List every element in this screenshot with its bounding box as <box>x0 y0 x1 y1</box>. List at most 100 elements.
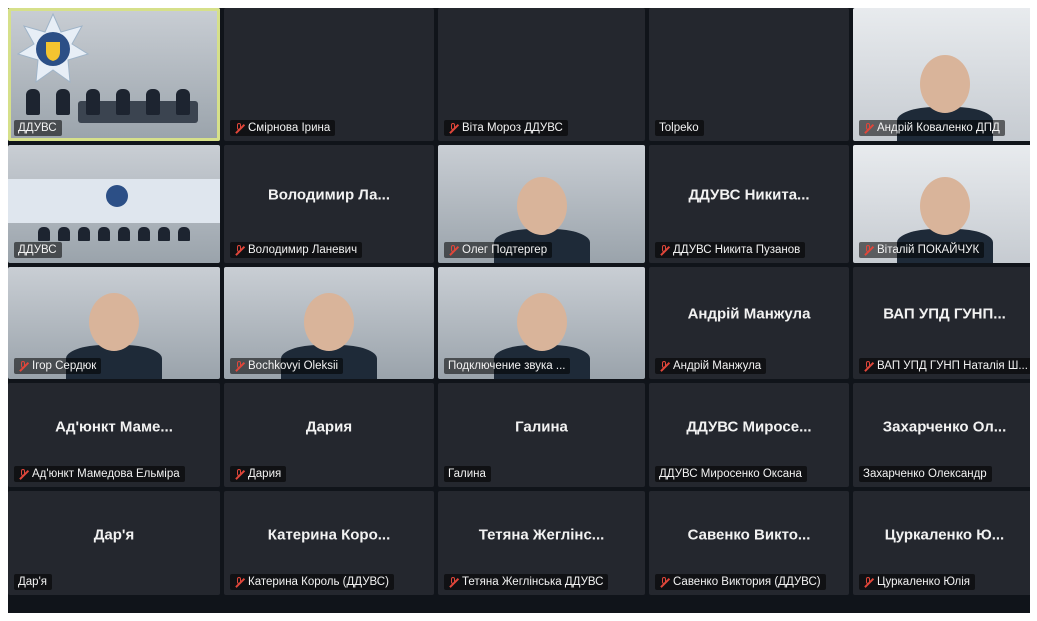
university-logo-icon <box>16 12 90 86</box>
participant-name-label: ДДУВС Миросенко Оксана <box>659 468 802 480</box>
participant-name-label: Віта Мороз ДДУВС <box>462 122 563 134</box>
participant-display-name: Андрій Манжула <box>687 305 811 323</box>
participant-name-tag: Тетяна Жеглінська ДДУВС <box>444 574 609 590</box>
participant-name-label: Андрій Манжула <box>673 360 762 372</box>
participant-display-name: Володимир Ла... <box>267 186 391 204</box>
video-conference-screen: ДДУВС Смірнова Ірина Віта Мороз ДДУВС Tolpe… <box>8 8 1030 613</box>
person-figure <box>176 89 190 115</box>
participant-name-tag: Дар'я <box>14 574 53 590</box>
participant-name-tag: ДДУВС Никита Пузанов <box>655 242 806 258</box>
participant-display-name: ДДУВС Никита... <box>688 186 810 204</box>
participant-tile[interactable]: Віта Мороз ДДУВС <box>438 8 645 141</box>
participant-tile[interactable]: ДДУВС <box>8 145 220 263</box>
participant-tile[interactable]: ВАП УПД ГУНП... ВАП УПД ГУНП Наталія Ш... <box>853 267 1030 379</box>
participant-display-name: Захарченко Ол... <box>882 418 1007 436</box>
participant-display-name: Галина <box>515 418 568 436</box>
emblem-icon <box>106 185 128 207</box>
participant-name-label: Ігор Сердюк <box>32 360 97 372</box>
participant-name-tag: Tolpeko <box>655 120 704 136</box>
muted-mic-icon <box>448 244 458 256</box>
muted-mic-icon <box>659 360 669 372</box>
participant-name-tag: ДДУВС <box>14 120 62 136</box>
muted-mic-icon <box>234 360 244 372</box>
muted-mic-icon <box>234 244 244 256</box>
participant-tile[interactable]: Віталій ПОКАЙЧУК <box>853 145 1030 263</box>
participant-name-label: ДДУВС <box>18 122 57 134</box>
person-head <box>919 177 970 235</box>
participant-name-label: ДДУВС <box>18 244 57 256</box>
participant-name-tag: Дария <box>230 466 287 482</box>
person-head <box>304 293 354 351</box>
participant-name-tag: Ад'юнкт Мамедова Ельміра <box>14 466 185 482</box>
participant-name-label: ДДУВС Никита Пузанов <box>673 244 801 256</box>
person-figure <box>158 227 170 241</box>
participant-display-name: ВАП УПД ГУНП... <box>883 305 1006 323</box>
participant-tile[interactable]: Bochkovyi Oleksii <box>224 267 434 379</box>
participant-tile[interactable]: Дар'я Дар'я <box>8 491 220 595</box>
participant-display-name: Дар'я <box>93 526 135 544</box>
participant-name-label: Захарченко Олександр <box>863 468 987 480</box>
participant-name-label: Андрій Коваленко ДПД <box>877 122 1000 134</box>
person-figure <box>86 89 100 115</box>
participant-name-label: Цуркаленко Юлія <box>877 576 971 588</box>
participant-tile[interactable]: Смірнова Ірина <box>224 8 434 141</box>
participant-name-tag: Андрій Манжула <box>655 358 767 374</box>
participant-tile[interactable]: Ігор Сердюк <box>8 267 220 379</box>
muted-mic-icon <box>234 122 244 134</box>
person-figure <box>116 89 130 115</box>
participant-tile[interactable]: Подключение звука ... <box>438 267 645 379</box>
participant-tile[interactable]: Олег Подтергер <box>438 145 645 263</box>
participant-tile[interactable]: Андрій Манжула Андрій Манжула <box>649 267 849 379</box>
participant-tile[interactable]: ДДУВС Никита... ДДУВС Никита Пузанов <box>649 145 849 263</box>
participant-tile[interactable]: Цуркаленко Ю... Цуркаленко Юлія <box>853 491 1030 595</box>
participant-name-label: Подключение звука ... <box>448 360 566 372</box>
participant-name-label: Дария <box>248 468 282 480</box>
participant-tile[interactable]: ДДУВС <box>8 8 220 141</box>
muted-mic-icon <box>448 122 458 134</box>
person-figure <box>178 227 190 241</box>
person-figure <box>118 227 130 241</box>
participant-name-tag: Савенко Виктория (ДДУВС) <box>655 574 826 590</box>
muted-mic-icon <box>863 360 873 372</box>
participant-name-tag: Подключение звука ... <box>444 358 571 374</box>
participant-tile[interactable]: Володимир Ла... Володимир Ланевич <box>224 145 434 263</box>
participant-tile[interactable]: Тетяна Жеглінс... Тетяна Жеглінська ДДУВС <box>438 491 645 595</box>
participant-name-label: Катерина Король (ДДУВС) <box>248 576 389 588</box>
participant-name-tag: ВАП УПД ГУНП Наталія Ш... <box>859 358 1030 374</box>
participant-name-label: ВАП УПД ГУНП Наталія Ш... <box>877 360 1028 372</box>
participant-tile[interactable]: Tolpeko <box>649 8 849 141</box>
person-figure <box>56 89 70 115</box>
muted-mic-icon <box>448 576 458 588</box>
participant-display-name: Катерина Коро... <box>267 526 391 544</box>
person-figure <box>138 227 150 241</box>
participant-tile[interactable]: Андрій Коваленко ДПД <box>853 8 1030 141</box>
participant-tile[interactable]: Савенко Викто... Савенко Виктория (ДДУВС) <box>649 491 849 595</box>
participant-name-tag: ДДУВС Миросенко Оксана <box>655 466 807 482</box>
muted-mic-icon <box>863 576 873 588</box>
muted-mic-icon <box>234 576 244 588</box>
participant-name-tag: Захарченко Олександр <box>859 466 992 482</box>
participant-grid: ДДУВС Смірнова Ірина Віта Мороз ДДУВС Tolpe… <box>8 8 1030 613</box>
participant-name-label: Савенко Виктория (ДДУВС) <box>673 576 821 588</box>
participant-name-tag: Олег Подтергер <box>444 242 553 258</box>
person-figure <box>58 227 70 241</box>
participant-name-tag: Ігор Сердюк <box>14 358 102 374</box>
participant-display-name: ДДУВС Миросе... <box>686 418 812 436</box>
participant-name-tag: Цуркаленко Юлія <box>859 574 976 590</box>
participant-name-label: Дар'я <box>18 576 48 588</box>
participant-name-tag: Галина <box>444 466 491 482</box>
participant-name-tag: Віта Мороз ДДУВС <box>444 120 568 136</box>
participant-tile[interactable]: Галина Галина <box>438 383 645 487</box>
participant-tile[interactable]: ДДУВС Миросе... ДДУВС Миросенко Оксана <box>649 383 849 487</box>
participant-tile[interactable]: Захарченко Ол... Захарченко Олександр <box>853 383 1030 487</box>
person-figure <box>26 89 40 115</box>
participant-name-label: Віталій ПОКАЙЧУК <box>877 244 980 256</box>
muted-mic-icon <box>659 244 669 256</box>
participant-tile[interactable]: Ад'юнкт Маме... Ад'юнкт Мамедова Ельміра <box>8 383 220 487</box>
participant-tile[interactable]: Катерина Коро... Катерина Король (ДДУВС) <box>224 491 434 595</box>
participant-name-tag: Віталій ПОКАЙЧУК <box>859 242 985 258</box>
participant-tile[interactable]: Дария Дария <box>224 383 434 487</box>
participant-name-label: Tolpeko <box>659 122 699 134</box>
person-figure <box>38 227 50 241</box>
person-head <box>516 293 567 351</box>
